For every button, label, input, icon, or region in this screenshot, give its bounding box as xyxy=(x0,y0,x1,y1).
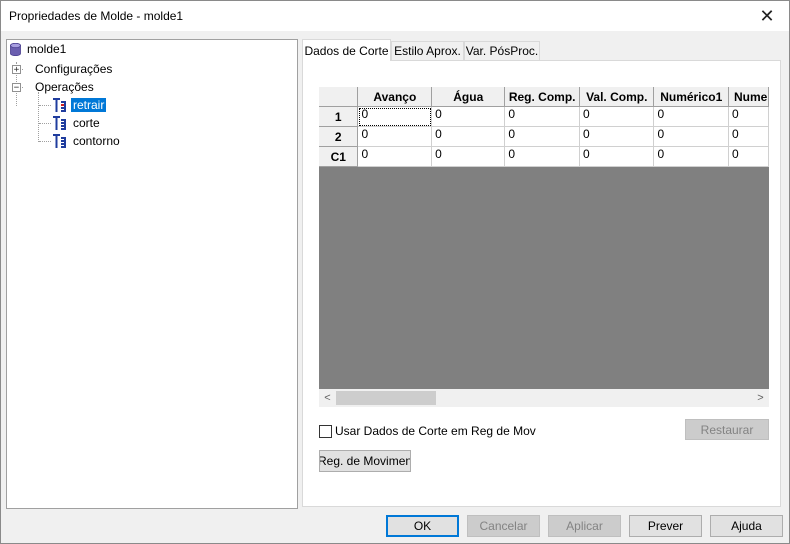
close-icon: ✕ xyxy=(759,5,775,26)
grid-cell[interactable]: 0 xyxy=(431,146,506,167)
row-header[interactable]: 1 xyxy=(319,106,359,127)
tree-label: Operações xyxy=(35,80,94,94)
collapse-minus-icon[interactable]: − xyxy=(12,82,21,92)
tree-label: corte xyxy=(73,116,100,130)
column-header[interactable]: Reg. Comp. xyxy=(504,87,581,107)
column-header[interactable]: Avanço xyxy=(357,87,433,107)
grid-corner xyxy=(319,87,359,107)
grid-cell[interactable]: 0 xyxy=(653,146,729,167)
grid-cell[interactable]: 0 xyxy=(504,146,581,167)
scroll-left-icon[interactable]: < xyxy=(319,389,336,407)
restore-button[interactable]: Restaurar xyxy=(685,419,769,440)
tree-label: molde1 xyxy=(27,42,67,56)
column-header[interactable]: Numérico1 xyxy=(653,87,729,107)
tree-node-operacoes[interactable]: − Operações xyxy=(12,78,94,96)
table-row: C1 0 0 0 0 0 0 xyxy=(319,146,769,167)
grid-cell[interactable]: 0 xyxy=(579,146,655,167)
row-header[interactable]: C1 xyxy=(319,146,359,167)
table-row: 1 0 0 0 0 0 0 xyxy=(319,106,769,127)
grid-cell[interactable]: 0 xyxy=(431,106,506,127)
grid-cell[interactable]: 0 xyxy=(579,126,655,147)
grid-cell[interactable]: 0 xyxy=(653,106,729,127)
use-cut-data-checkbox[interactable]: Usar Dados de Corte em Reg de Mov xyxy=(319,424,536,438)
window-title: Propriedades de Molde - molde1 xyxy=(9,9,184,23)
column-header[interactable]: Val. Comp. xyxy=(579,87,655,107)
grid-cell[interactable]: 0 xyxy=(653,126,729,147)
tree-node-configuracoes[interactable]: + Configurações xyxy=(12,60,112,78)
grid-cell[interactable]: 0 xyxy=(357,126,433,147)
grid-cell[interactable]: 0 xyxy=(504,106,581,127)
tree-node-contorno[interactable]: contorno xyxy=(52,132,122,150)
preview-button[interactable]: Prever xyxy=(629,515,702,537)
grid-cell[interactable]: 0 xyxy=(728,126,769,147)
reg-movimento-button[interactable]: Reg. de Movimento xyxy=(319,450,411,472)
tree-label-selected: retrair xyxy=(71,98,107,112)
checkbox-box[interactable] xyxy=(319,424,332,438)
operation-icon xyxy=(52,115,68,131)
grid-cell[interactable]: 0 xyxy=(504,126,581,147)
grid-cell[interactable]: 0 xyxy=(728,106,769,127)
close-button[interactable]: ✕ xyxy=(745,1,789,31)
tree-node-molde1[interactable]: molde1 xyxy=(10,40,66,58)
ok-button[interactable]: OK xyxy=(386,515,459,537)
column-header[interactable]: Nume xyxy=(728,87,769,107)
title-bar: Propriedades de Molde - molde1 ✕ xyxy=(1,1,789,31)
grid-cell[interactable]: 0 xyxy=(728,146,769,167)
operation-icon xyxy=(52,133,68,149)
grid-cell[interactable]: 0 xyxy=(431,126,506,147)
tab-var-posproc[interactable]: Var. PósProc. xyxy=(464,41,540,60)
tree-node-corte[interactable]: corte xyxy=(52,114,102,132)
operation-icon xyxy=(52,97,68,113)
cut-data-grid: Avanço Água Reg. Comp. Val. Comp. Numéri… xyxy=(319,87,769,407)
cancel-button[interactable]: Cancelar xyxy=(467,515,540,537)
grid-table: Avanço Água Reg. Comp. Val. Comp. Numéri… xyxy=(319,87,769,167)
tree-label: Configurações xyxy=(35,62,113,76)
dialog-window: Propriedades de Molde - molde1 ✕ molde1 … xyxy=(0,0,790,544)
grid-cell[interactable]: 0 xyxy=(579,106,655,127)
scroll-thumb[interactable] xyxy=(336,391,436,405)
tree-label: contorno xyxy=(73,134,120,148)
horizontal-scrollbar[interactable]: < > xyxy=(319,389,769,407)
grid-cell[interactable]: 0 xyxy=(357,146,433,167)
grid-cell[interactable]: 0 xyxy=(357,106,433,127)
scroll-right-icon[interactable]: > xyxy=(752,389,769,407)
tree-node-retrair[interactable]: retrair xyxy=(52,96,107,114)
table-row: 2 0 0 0 0 0 0 xyxy=(319,126,769,147)
expand-plus-icon[interactable]: + xyxy=(12,64,21,74)
tree-panel: molde1 + Configurações − Operações retra… xyxy=(6,39,298,509)
row-header[interactable]: 2 xyxy=(319,126,359,147)
apply-button[interactable]: Aplicar xyxy=(548,515,621,537)
reg-movimento-label: Reg. de Movimento xyxy=(319,454,410,468)
help-button[interactable]: Ajuda xyxy=(710,515,783,537)
grid-header-row: Avanço Água Reg. Comp. Val. Comp. Numéri… xyxy=(319,87,769,107)
tab-estilo-aprox[interactable]: Estilo Aprox. xyxy=(391,41,464,60)
tab-dados-de-corte[interactable]: Dados de Corte xyxy=(302,39,391,61)
column-header[interactable]: Água xyxy=(431,87,506,107)
database-icon xyxy=(10,42,21,56)
checkbox-label: Usar Dados de Corte em Reg de Mov xyxy=(335,424,536,438)
